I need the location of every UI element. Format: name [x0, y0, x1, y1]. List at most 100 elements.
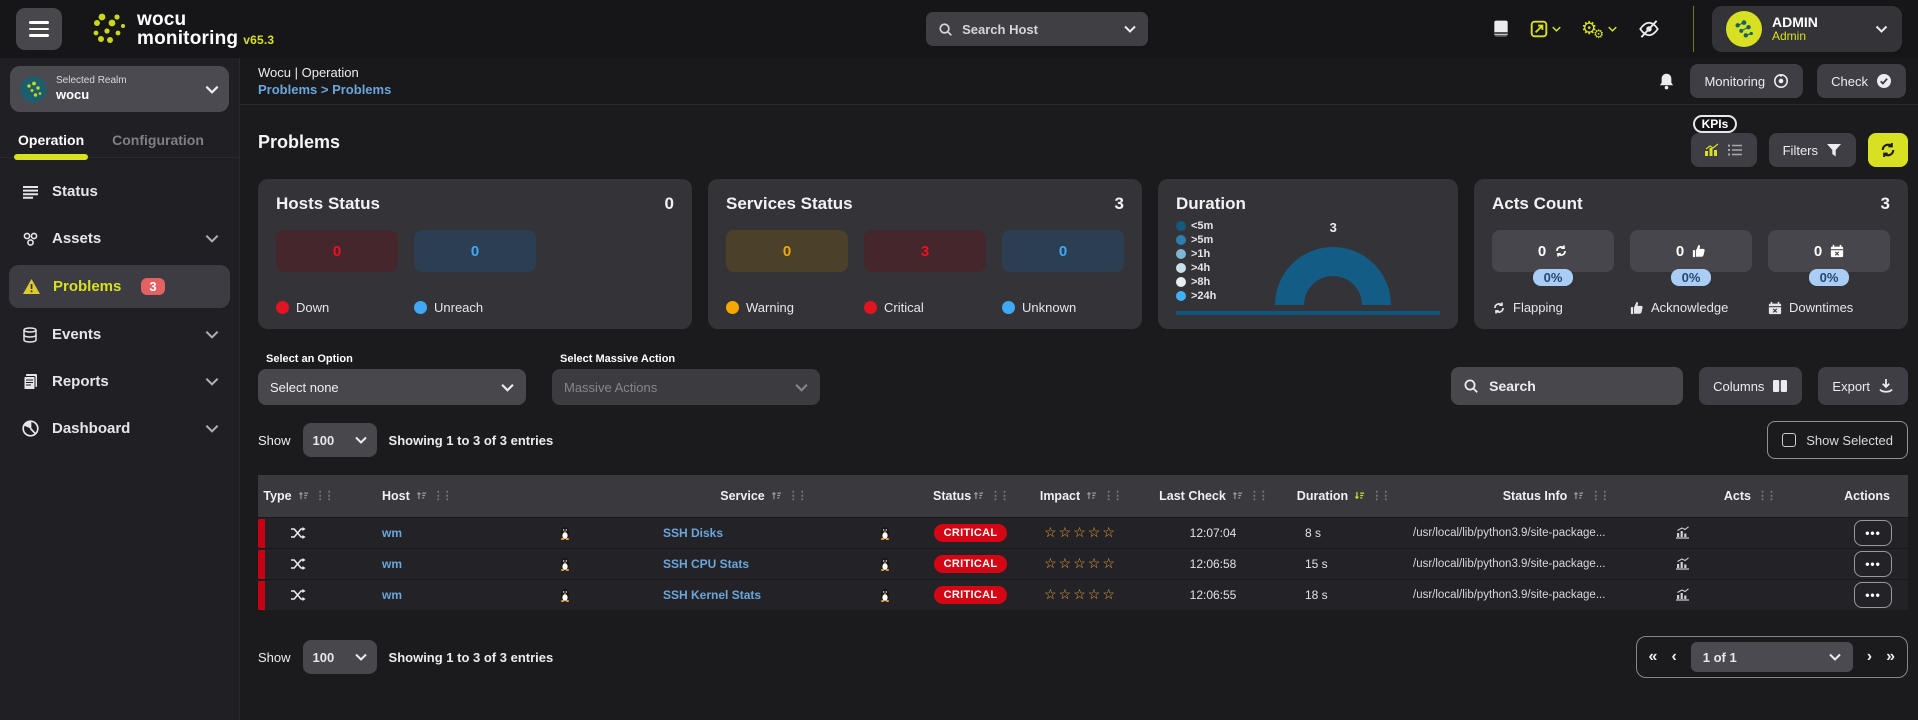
search-icon — [938, 22, 953, 37]
breadcrumb-path: Problems > Problems — [258, 82, 391, 97]
next-page-button[interactable]: › — [1867, 649, 1872, 665]
hosts-status-card: Hosts Status 0 0 Down 0 Unreach — [258, 179, 692, 329]
top-navbar: wocu monitoringv65.3 Search Host ⚙⚙ — [0, 0, 1918, 58]
export-button[interactable]: Export — [1818, 367, 1908, 405]
drag-handle-icon[interactable]: ⋮⋮ — [1249, 489, 1267, 502]
drag-handle-icon[interactable]: ⋮⋮ — [315, 489, 333, 502]
show-selected-toggle[interactable]: Show Selected — [1767, 421, 1908, 459]
previous-page-button[interactable]: ‹ — [1671, 649, 1676, 665]
app-logo: wocu monitoringv65.3 — [92, 10, 274, 49]
refresh-button[interactable] — [1868, 133, 1908, 167]
header-host[interactable]: Host⋮⋮ — [338, 475, 603, 517]
report-document-icon — [20, 373, 40, 390]
drag-handle-icon[interactable]: ⋮⋮ — [1590, 489, 1608, 502]
metrics-chart-icon[interactable] — [1675, 526, 1690, 539]
card-total: 3 — [1115, 194, 1124, 214]
sidebar-item-events[interactable]: Events — [0, 311, 239, 358]
flapping-stat[interactable]: 0 0% Flapping — [1492, 230, 1614, 315]
services-warning-stat[interactable]: 0 Warning — [726, 230, 848, 315]
row-actions-button[interactable]: ••• — [1854, 551, 1892, 577]
page-size-select[interactable]: 100 — [303, 423, 377, 457]
database-icon — [20, 327, 40, 343]
main-content: Wocu | Operation Problems > Problems Mon… — [240, 58, 1918, 720]
status-info-text: /usr/local/lib/python3.9/site-package... — [1413, 558, 1605, 570]
header-status[interactable]: Status⋮⋮ — [923, 475, 1018, 517]
kpis-toggle-button[interactable] — [1691, 133, 1757, 167]
warning-triangle-icon — [21, 278, 41, 295]
monitoring-button[interactable]: Monitoring — [1690, 64, 1803, 98]
acknowledge-percent: 0% — [1671, 269, 1712, 286]
page-select[interactable]: 1 of 1 — [1691, 642, 1853, 672]
user-menu[interactable]: ADMIN Admin — [1712, 6, 1902, 52]
header-impact[interactable]: Impact⋮⋮ — [1018, 475, 1143, 517]
hamburger-menu-button[interactable] — [16, 8, 62, 50]
header-status-info[interactable]: Status Info⋮⋮ — [1403, 475, 1708, 517]
sidebar-menu: Status Assets Problems 3 Events Reports — [0, 158, 239, 462]
metrics-chart-icon[interactable] — [1675, 588, 1690, 601]
services-critical-stat[interactable]: 3 Critical — [864, 230, 986, 315]
documentation-book-icon[interactable] — [1492, 19, 1510, 39]
option-select[interactable]: Select none — [258, 369, 526, 405]
header-type[interactable]: Type⋮⋮ — [258, 475, 338, 517]
drag-handle-icon[interactable]: ⋮⋮ — [1371, 489, 1389, 502]
row-actions-button[interactable]: ••• — [1854, 582, 1892, 608]
notification-bell-icon[interactable] — [1657, 72, 1676, 91]
gauge-value: 3 — [1330, 220, 1337, 235]
table-row[interactable]: wm SSH CPU Stats CRITICAL ☆☆☆☆☆ 12:06:58… — [258, 548, 1908, 579]
sidebar-item-reports[interactable]: Reports — [0, 358, 239, 405]
hosts-down-stat[interactable]: 0 Down — [276, 230, 398, 315]
realm-selector[interactable]: Selected Realm wocu — [10, 66, 229, 112]
chevron-down-icon — [205, 424, 219, 433]
filters-button[interactable]: Filters — [1769, 133, 1856, 167]
first-page-button[interactable]: « — [1649, 649, 1658, 665]
service-link[interactable]: SSH Kernel Stats — [663, 588, 761, 602]
header-last-check[interactable]: Last Check⋮⋮ — [1143, 475, 1283, 517]
sidebar-item-status[interactable]: Status — [0, 168, 239, 215]
page-size-select[interactable]: 100 — [303, 640, 377, 674]
sidebar-item-assets[interactable]: Assets — [0, 215, 239, 262]
service-link[interactable]: SSH Disks — [663, 526, 723, 540]
settings-gears-menu[interactable]: ⚙⚙ — [1581, 19, 1617, 40]
gears-icon: ⚙⚙ — [1581, 19, 1604, 40]
table-row[interactable]: wm SSH Disks CRITICAL ☆☆☆☆☆ 12:07:04 8 s… — [258, 517, 1908, 548]
search-host-dropdown[interactable]: Search Host — [926, 12, 1148, 46]
last-page-button[interactable]: » — [1886, 649, 1895, 665]
sidebar-item-problems[interactable]: Problems 3 — [9, 265, 230, 308]
check-button[interactable]: Check — [1817, 64, 1906, 98]
drag-handle-icon[interactable]: ⋮⋮ — [433, 489, 451, 502]
tab-configuration[interactable]: Configuration — [112, 132, 204, 157]
drag-handle-icon[interactable]: ⋮⋮ — [1103, 489, 1121, 502]
hosts-unreach-stat[interactable]: 0 Unreach — [414, 230, 536, 315]
header-acts[interactable]: Acts⋮⋮ — [1708, 475, 1793, 517]
shuffle-type-icon — [258, 557, 338, 571]
header-service[interactable]: Service⋮⋮ — [603, 475, 923, 517]
drag-handle-icon[interactable]: ⋮⋮ — [788, 489, 806, 502]
host-link[interactable]: wm — [382, 588, 402, 602]
tab-operation[interactable]: Operation — [18, 132, 84, 157]
search-input[interactable] — [1489, 378, 1671, 394]
sidebar-item-dashboard[interactable]: Dashboard — [0, 405, 239, 452]
acknowledge-stat[interactable]: 0 0% Acknowledge — [1630, 230, 1752, 315]
unreach-dot — [414, 301, 427, 314]
header-duration[interactable]: Duration⋮⋮ — [1283, 475, 1403, 517]
massive-action-select[interactable]: Massive Actions — [552, 369, 820, 405]
host-link[interactable]: wm — [382, 526, 402, 540]
drag-handle-icon[interactable]: ⋮⋮ — [1757, 489, 1775, 502]
duration-bar — [1176, 311, 1440, 315]
checkbox-icon — [1782, 433, 1796, 447]
row-actions-button[interactable]: ••• — [1854, 520, 1892, 546]
breadcrumb-parent[interactable]: Problems — [258, 82, 317, 97]
eye-slash-icon[interactable] — [1637, 19, 1661, 39]
impact-stars: ☆☆☆☆☆ — [1044, 524, 1117, 541]
drag-handle-icon[interactable]: ⋮⋮ — [990, 489, 1008, 502]
service-link[interactable]: SSH CPU Stats — [663, 557, 749, 571]
table-row[interactable]: wm SSH Kernel Stats CRITICAL ☆☆☆☆☆ 12:06… — [258, 579, 1908, 610]
external-tools-menu[interactable] — [1530, 20, 1561, 38]
services-unknown-stat[interactable]: 0 Unknown — [1002, 230, 1124, 315]
downtimes-stat[interactable]: 0 0% Downtimes — [1768, 230, 1890, 315]
metrics-chart-icon[interactable] — [1675, 557, 1690, 570]
host-link[interactable]: wm — [382, 557, 402, 571]
show-label: Show — [258, 433, 291, 448]
critical-row-stripe — [258, 519, 265, 548]
columns-button[interactable]: Columns — [1699, 367, 1802, 405]
